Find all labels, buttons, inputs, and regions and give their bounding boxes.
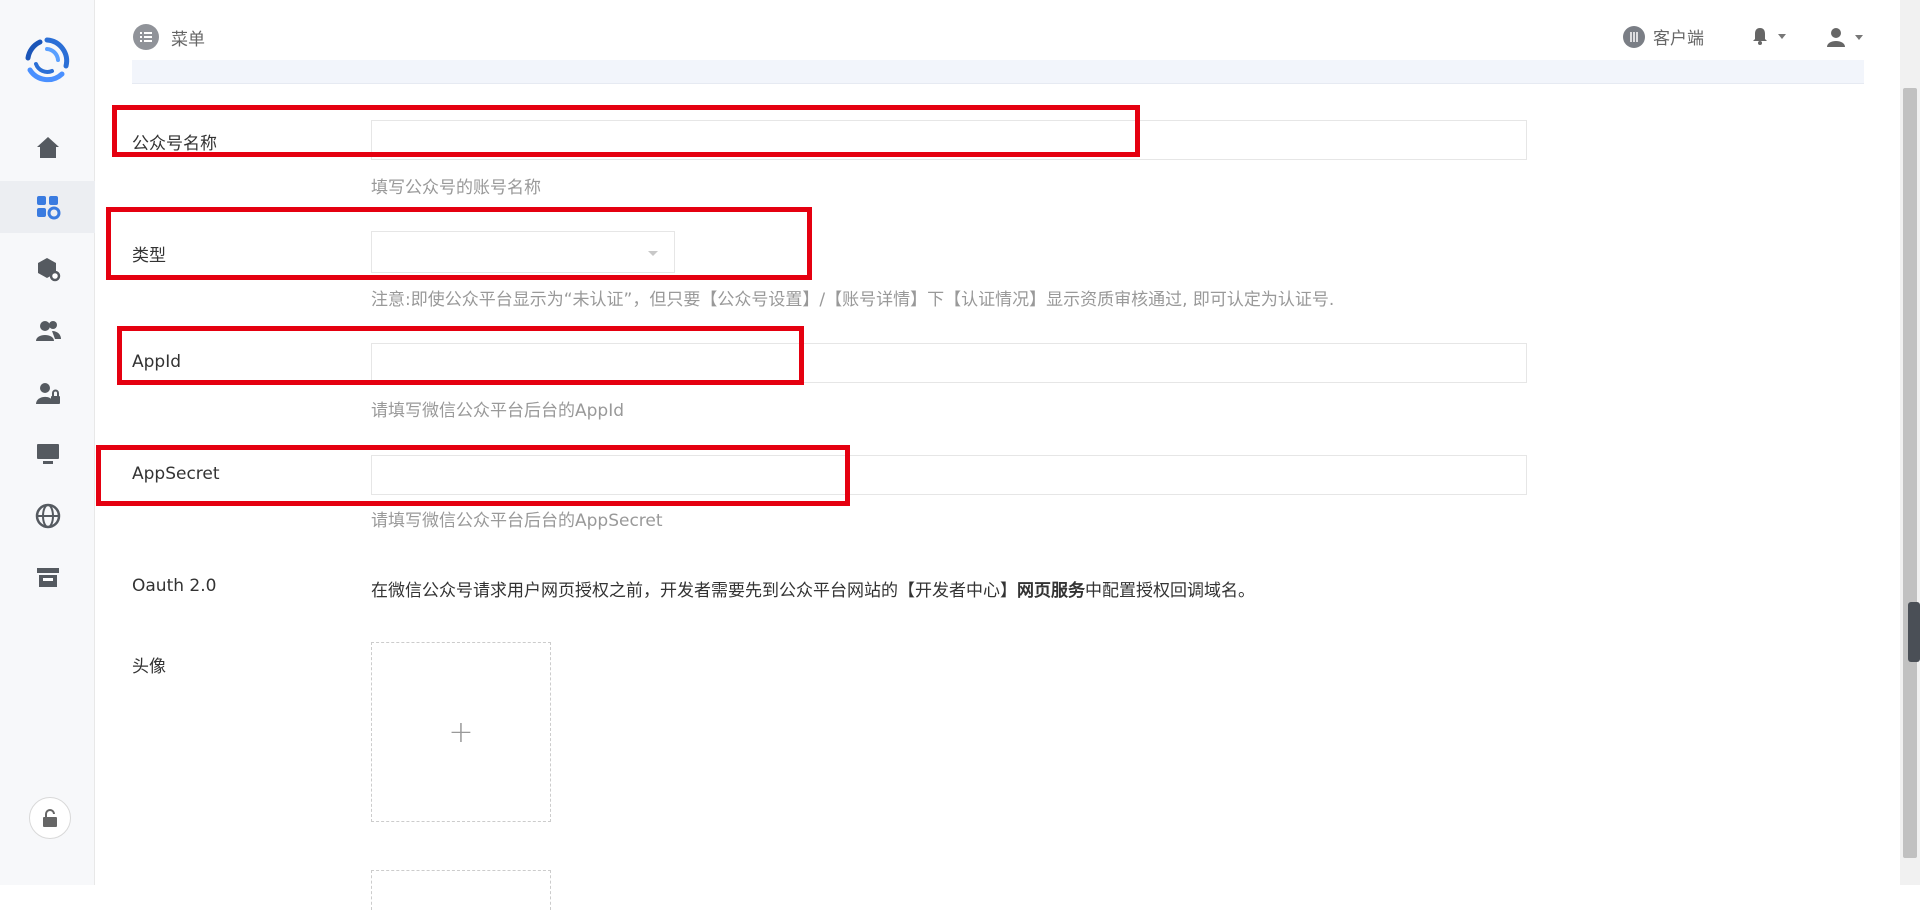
type-select[interactable] <box>371 231 675 273</box>
menu-toggle-button[interactable]: 菜单 <box>133 24 205 50</box>
sidebar-item-web[interactable] <box>0 490 95 542</box>
notifications-dropdown[interactable] <box>1750 26 1786 46</box>
menu-label: 菜单 <box>171 29 205 50</box>
logo-icon <box>25 37 70 83</box>
sidebar-item-monitor[interactable] <box>0 428 95 480</box>
avatar-label: 头像 <box>132 657 166 677</box>
appid-input[interactable] <box>371 343 1527 383</box>
globe-icon <box>35 503 60 529</box>
oauth-label: Oauth 2.0 <box>132 576 217 596</box>
name-help: 填写公众号的账号名称 <box>371 178 541 198</box>
sidebar-item-home[interactable] <box>0 121 95 173</box>
user-dropdown[interactable] <box>1825 26 1863 48</box>
home-icon <box>36 137 59 158</box>
sidebar-item-box[interactable] <box>0 243 95 295</box>
notice-bar <box>132 60 1864 84</box>
name-label: 公众号名称 <box>132 134 217 154</box>
appid-help: 请填写微信公众平台后台的AppId <box>371 401 625 421</box>
sidebar-item-users[interactable] <box>0 305 95 357</box>
sidebar-item-permissions[interactable] <box>0 367 95 419</box>
appsecret-label: AppSecret <box>132 464 220 484</box>
type-help: 注意:即使公众平台显示为“未认证”，但只要【公众号设置】/【账号详情】下【认证情… <box>371 290 1335 310</box>
store-icon <box>36 568 59 587</box>
box-settings-icon <box>37 258 60 282</box>
menu-list-icon <box>133 24 159 50</box>
appsecret-input[interactable] <box>371 455 1527 495</box>
chevron-down-icon <box>1855 34 1863 40</box>
client-sliders-icon <box>1623 25 1645 48</box>
oauth-text-before: 在微信公众号请求用户网页授权之前，开发者需要先到公众平台网站的【开发者中心】 <box>371 581 1017 601</box>
oauth-description: 在微信公众号请求用户网页授权之前，开发者需要先到公众平台网站的【开发者中心】网页… <box>371 576 1255 601</box>
client-label: 客户端 <box>1653 29 1704 49</box>
type-label: 类型 <box>132 246 166 266</box>
sidebar <box>0 0 95 885</box>
user-lock-icon <box>35 383 60 404</box>
lock-screen-button[interactable] <box>29 797 71 839</box>
apps-settings-icon <box>36 196 60 220</box>
appid-label: AppId <box>132 352 182 372</box>
scrollbar-thumb[interactable] <box>1903 88 1917 858</box>
appsecret-help: 请填写微信公众平台后台的AppSecret <box>371 511 663 531</box>
user-avatar-icon <box>1827 28 1845 47</box>
logo[interactable] <box>22 36 72 86</box>
lock-icon <box>43 809 57 827</box>
qrcode-upload[interactable] <box>371 870 551 910</box>
oauth-text-after: 中配置授权回调域名。 <box>1085 581 1255 601</box>
oauth-text-bold: 网页服务 <box>1017 581 1085 601</box>
avatar-upload[interactable]: + <box>371 642 551 822</box>
chevron-down-icon <box>1778 33 1786 39</box>
sidebar-item-store[interactable] <box>0 551 95 603</box>
bell-icon <box>1753 28 1767 45</box>
client-link[interactable]: 客户端 <box>1623 24 1704 49</box>
name-input[interactable] <box>371 120 1527 160</box>
users-icon <box>35 321 61 341</box>
plus-icon: + <box>448 714 474 750</box>
sidebar-item-apps[interactable] <box>0 181 95 233</box>
monitor-icon <box>36 444 59 464</box>
side-widget-handle[interactable] <box>1908 602 1920 662</box>
chevron-down-icon <box>648 251 658 256</box>
